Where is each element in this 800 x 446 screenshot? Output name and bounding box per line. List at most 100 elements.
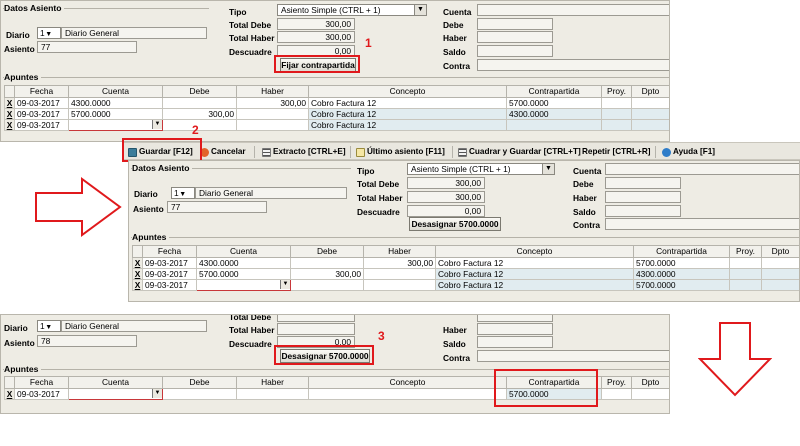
cell-contrapartida[interactable]: 4300.0000	[506, 108, 602, 120]
cell-contrapartida[interactable]: 4300.0000	[633, 268, 730, 280]
cell-cuenta[interactable]: 5700.0000	[196, 268, 291, 280]
col-debe[interactable]: Debe	[162, 85, 237, 98]
ultimo-asiento-button[interactable]: Último asiento [F11]	[356, 145, 445, 159]
cell-proy[interactable]	[729, 268, 762, 280]
cell-fecha[interactable]: 09-03-2017	[14, 97, 69, 109]
delete-row-button[interactable]: X	[132, 268, 143, 280]
cell-dpto[interactable]	[761, 279, 799, 291]
cell-dpto[interactable]	[631, 119, 669, 131]
col-debe[interactable]: Debe	[290, 245, 364, 258]
cell-fecha[interactable]: 09-03-2017	[142, 279, 197, 291]
delete-row-button[interactable]: X	[4, 108, 15, 120]
cell-contrapartida[interactable]: 5700.0000	[633, 279, 730, 291]
asiento-field[interactable]: 77	[37, 41, 137, 53]
cell-proy[interactable]	[601, 108, 632, 120]
col-cuenta[interactable]: Cuenta	[196, 245, 291, 258]
cell-debe[interactable]	[290, 257, 364, 269]
cell-haber[interactable]	[236, 388, 309, 400]
col-cuenta[interactable]: Cuenta	[68, 376, 163, 389]
col-haber[interactable]: Haber	[236, 85, 309, 98]
cell-fecha[interactable]: 09-03-2017	[14, 119, 69, 131]
cuadrar-guardar-button[interactable]: Cuadrar y Guardar [CTRL+T]	[458, 145, 581, 159]
cell-proy[interactable]	[601, 388, 632, 400]
col-dpto[interactable]: Dpto	[761, 245, 799, 258]
cell-dpto[interactable]	[761, 257, 799, 269]
col-fecha[interactable]: Fecha	[142, 245, 197, 258]
chevron-down-icon[interactable]: ▼	[152, 120, 162, 129]
col-concepto[interactable]: Concepto	[435, 245, 634, 258]
cell-concepto[interactable]: Cobro Factura 12	[435, 279, 634, 291]
diario-number-select[interactable]: 1▼	[171, 187, 195, 199]
ayuda-button[interactable]: Ayuda [F1]	[662, 145, 715, 159]
cell-contrapartida[interactable]	[506, 119, 602, 131]
col-haber[interactable]: Haber	[236, 376, 309, 389]
cancelar-button[interactable]: Cancelar	[200, 145, 246, 159]
cell-debe[interactable]	[162, 119, 237, 131]
delete-row-button[interactable]: X	[4, 119, 15, 131]
col-fecha[interactable]: Fecha	[14, 85, 69, 98]
repetir-button[interactable]: Repetir [CTRL+R]	[582, 145, 650, 159]
cell-debe[interactable]	[290, 279, 364, 291]
col-contrapartida[interactable]: Contrapartida	[633, 245, 730, 258]
cell-cuenta-editor[interactable]: ▼	[68, 119, 163, 131]
desasignar-button[interactable]: Desasignar 5700.0000	[409, 217, 501, 231]
table-row[interactable]: X 09-03-2017 5700.0000 300,00 Cobro Fact…	[132, 268, 799, 280]
tipo-select[interactable]: Asiento Simple (CTRL + 1) ▼	[407, 163, 555, 175]
cell-haber[interactable]	[236, 108, 309, 120]
cell-concepto[interactable]: Cobro Factura 12	[308, 119, 507, 131]
col-proy[interactable]: Proy.	[601, 85, 632, 98]
cell-dpto[interactable]	[631, 388, 669, 400]
delete-row-button[interactable]: X	[132, 279, 143, 291]
asiento-field[interactable]: 77	[167, 201, 267, 213]
cell-haber[interactable]: 300,00	[363, 257, 436, 269]
col-dpto[interactable]: Dpto	[631, 85, 669, 98]
cell-cuenta[interactable]: 5700.0000	[68, 108, 163, 120]
table-row[interactable]: X 09-03-2017 4300.0000 300,00 Cobro Fact…	[132, 257, 799, 269]
table-row[interactable]: X 09-03-2017 ▼ Cobro Factura 12	[4, 119, 669, 131]
cell-proy[interactable]	[601, 119, 632, 131]
cell-haber[interactable]	[363, 268, 436, 280]
chevron-down-icon[interactable]: ▼	[152, 389, 162, 398]
col-contrapartida[interactable]: Contrapartida	[506, 85, 602, 98]
cell-proy[interactable]	[729, 279, 762, 291]
cell-cuenta[interactable]: 4300.0000	[68, 97, 163, 109]
table-row[interactable]: X 09-03-2017 5700.0000 300,00 Cobro Fact…	[4, 108, 669, 120]
cell-fecha[interactable]: 09-03-2017	[14, 108, 69, 120]
cell-concepto[interactable]: Cobro Factura 12	[435, 268, 634, 280]
cell-contrapartida[interactable]: 5700.0000	[506, 97, 602, 109]
cell-concepto[interactable]: Cobro Factura 12	[435, 257, 634, 269]
delete-row-button[interactable]: X	[4, 388, 15, 400]
diario-number-select[interactable]: 1▼	[37, 27, 61, 39]
tipo-select[interactable]: Asiento Simple (CTRL + 1) ▼	[277, 4, 427, 16]
col-debe[interactable]: Debe	[162, 376, 237, 389]
col-cuenta[interactable]: Cuenta	[68, 85, 163, 98]
chevron-down-icon[interactable]: ▼	[280, 280, 290, 289]
cell-proy[interactable]	[729, 257, 762, 269]
cell-concepto[interactable]	[308, 388, 507, 400]
cell-fecha[interactable]: 09-03-2017	[14, 388, 69, 400]
cell-debe[interactable]: 300,00	[162, 108, 237, 120]
cell-haber[interactable]	[363, 279, 436, 291]
cell-dpto[interactable]	[761, 268, 799, 280]
cell-contrapartida[interactable]: 5700.0000	[633, 257, 730, 269]
extracto-button[interactable]: Extracto [CTRL+E]	[262, 145, 346, 159]
cell-fecha[interactable]: 09-03-2017	[142, 257, 197, 269]
col-proy[interactable]: Proy.	[601, 376, 632, 389]
diario-number-select[interactable]: 1▼	[37, 320, 61, 332]
col-proy[interactable]: Proy.	[729, 245, 762, 258]
cell-concepto[interactable]: Cobro Factura 12	[308, 97, 507, 109]
cell-cuenta-editor[interactable]: ▼	[68, 388, 163, 400]
cell-cuenta[interactable]: 4300.0000	[196, 257, 291, 269]
delete-row-button[interactable]: X	[4, 97, 15, 109]
cell-dpto[interactable]	[631, 97, 669, 109]
cell-debe[interactable]: 300,00	[290, 268, 364, 280]
cell-proy[interactable]	[601, 97, 632, 109]
asiento-field[interactable]: 78	[37, 335, 137, 347]
cell-dpto[interactable]	[631, 108, 669, 120]
col-fecha[interactable]: Fecha	[14, 376, 69, 389]
col-dpto[interactable]: Dpto	[631, 376, 669, 389]
cell-cuenta-editor[interactable]: ▼	[196, 279, 291, 291]
col-concepto[interactable]: Concepto	[308, 376, 507, 389]
cell-fecha[interactable]: 09-03-2017	[142, 268, 197, 280]
table-row[interactable]: X 09-03-2017 4300.0000 300,00 Cobro Fact…	[4, 97, 669, 109]
